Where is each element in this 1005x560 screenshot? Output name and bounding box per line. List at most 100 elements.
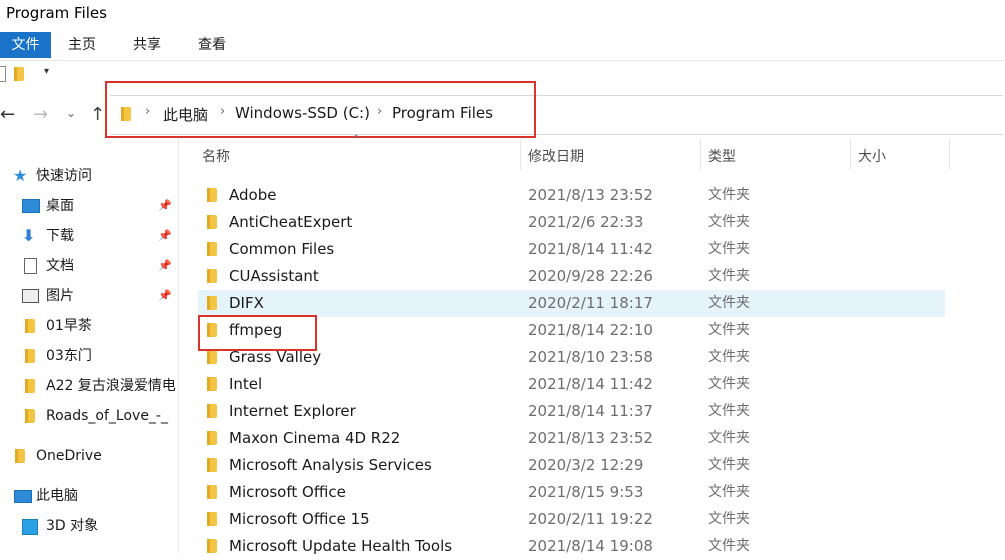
sidebar-item-onedrive[interactable]: OneDrive [0,442,178,470]
sidebar-item-label: 01早茶 [46,318,92,334]
star-icon: ★ [13,166,28,185]
file-date: 2020/2/11 19:22 [528,510,653,528]
table-row[interactable]: Microsoft Office 2021/8/15 9:53 文件夹 [198,479,945,506]
table-row[interactable]: Microsoft Update Health Tools 2021/8/14 1… [198,533,945,560]
customize-toolbar-chevron-icon[interactable]: ▾ [44,66,49,77]
table-row[interactable]: DIFX 2020/2/11 18:17 文件夹 [198,290,945,317]
file-type: 文件夹 [708,295,750,311]
folder-icon [207,512,217,526]
file-name[interactable]: Microsoft Office [229,479,346,506]
sidebar-item-label: 此电脑 [36,488,78,504]
column-divider[interactable] [700,140,701,170]
folder-icon [25,379,35,393]
file-name[interactable]: CUAssistant [229,263,319,290]
file-name[interactable]: Internet Explorer [229,398,356,425]
ribbon-divider [0,60,1005,61]
sidebar-item-desktop[interactable]: 桌面 📌 [0,192,178,220]
file-name[interactable]: Microsoft Analysis Services [229,452,432,479]
tab-file[interactable]: 文件 [0,32,51,58]
file-name[interactable]: Microsoft Update Health Tools [229,533,452,560]
tab-view[interactable]: 查看 [198,32,226,58]
table-row[interactable]: Microsoft Office 15 2020/2/11 19:22 文件夹 [198,506,945,533]
file-name[interactable]: Common Files [229,236,334,263]
sidebar-item-label: OneDrive [36,448,102,464]
file-name[interactable]: Adobe [229,182,276,209]
file-date: 2021/2/6 22:33 [528,213,644,231]
file-type: 文件夹 [708,268,750,284]
sidebar-item-folder[interactable]: A22 复古浪漫爱情电 [0,372,178,400]
forward-arrow-icon[interactable]: → [33,104,48,125]
recent-locations-chevron-icon[interactable]: ⌄ [66,106,76,120]
window-title: Program Files [6,4,107,22]
sidebar-item-downloads[interactable]: ⬇ 下载 📌 [0,222,178,250]
file-name[interactable]: DIFX [229,290,264,317]
file-date: 2021/8/10 23:58 [528,348,653,366]
pane-divider[interactable] [178,140,179,553]
up-arrow-icon[interactable]: ↑ [90,104,105,125]
desktop-icon [22,199,40,213]
onedrive-folder-icon [15,449,25,463]
file-name[interactable]: Microsoft Office 15 [229,506,370,533]
folder-icon [207,296,217,310]
file-type: 文件夹 [708,538,750,554]
download-icon: ⬇ [22,226,36,245]
table-row[interactable]: Intel 2021/8/14 11:42 文件夹 [198,371,945,398]
sidebar-item-folder[interactable]: 01早茶 [0,312,178,340]
properties-icon[interactable] [0,66,6,82]
table-row[interactable]: Internet Explorer 2021/8/14 11:37 文件夹 [198,398,945,425]
file-date: 2020/9/28 22:26 [528,267,653,285]
sidebar-item-documents[interactable]: 文档 📌 [0,252,178,280]
column-header-name[interactable]: 名称 [202,143,230,171]
ffmpeg-highlight-box [198,315,317,351]
table-row[interactable]: Adobe 2021/8/13 23:52 文件夹 [198,182,945,209]
sidebar-item-label: 桌面 [46,198,74,214]
sidebar-item-pictures[interactable]: 图片 📌 [0,282,178,310]
file-type: 文件夹 [708,484,750,500]
table-row[interactable]: Microsoft Analysis Services 2020/3/2 12:2… [198,452,945,479]
file-date: 2021/8/13 23:52 [528,429,653,447]
sidebar-item-folder[interactable]: 03东门 [0,342,178,370]
file-type: 文件夹 [708,511,750,527]
pin-icon[interactable]: 📌 [158,192,172,220]
folder-icon [207,485,217,499]
sidebar-item-this-pc[interactable]: 此电脑 [0,482,178,510]
file-date: 2020/3/2 12:29 [528,456,644,474]
file-name[interactable]: AntiCheatExpert [229,209,352,236]
folder-icon [207,539,217,553]
table-row[interactable]: Common Files 2021/8/14 11:42 文件夹 [198,236,945,263]
sidebar-item-label: 下载 [46,228,74,244]
sidebar-item-3d-objects[interactable]: 3D 对象 [0,512,178,540]
column-divider[interactable] [949,140,950,170]
table-row[interactable]: AntiCheatExpert 2021/2/6 22:33 文件夹 [198,209,945,236]
file-date: 2021/8/14 11:37 [528,402,653,420]
file-type: 文件夹 [708,214,750,230]
table-row[interactable]: CUAssistant 2020/9/28 22:26 文件夹 [198,263,945,290]
sidebar-item-label: 03东门 [46,348,92,364]
folder-icon [207,215,217,229]
pin-icon[interactable]: 📌 [158,282,172,310]
folder-icon [25,349,35,363]
folder-icon [25,319,35,333]
file-name[interactable]: Intel [229,371,262,398]
file-date: 2021/8/14 22:10 [528,321,653,339]
back-arrow-icon[interactable]: ← [0,104,15,125]
pin-icon[interactable]: 📌 [158,222,172,250]
sidebar-item-quick-access[interactable]: ★ 快速访问 [0,162,178,190]
column-divider[interactable] [520,140,521,170]
file-date: 2020/2/11 18:17 [528,294,653,312]
file-date: 2021/8/15 9:53 [528,483,644,501]
sort-ascending-icon: ^ [352,134,361,145]
table-row[interactable]: Maxon Cinema 4D R22 2021/8/13 23:52 文件夹 [198,425,945,452]
tab-home[interactable]: 主页 [68,32,96,58]
file-type: 文件夹 [708,349,750,365]
sidebar-item-label: 图片 [46,288,74,304]
tab-share[interactable]: 共享 [133,32,161,58]
sidebar-item-folder[interactable]: Roads_of_Love_-_ [0,402,178,430]
new-folder-icon[interactable] [14,67,24,81]
pin-icon[interactable]: 📌 [158,252,172,280]
column-divider[interactable] [850,140,851,170]
column-header-size[interactable]: 大小 [858,143,886,171]
column-header-date[interactable]: 修改日期 [528,143,584,171]
column-header-type[interactable]: 类型 [708,143,736,171]
file-name[interactable]: Maxon Cinema 4D R22 [229,425,400,452]
